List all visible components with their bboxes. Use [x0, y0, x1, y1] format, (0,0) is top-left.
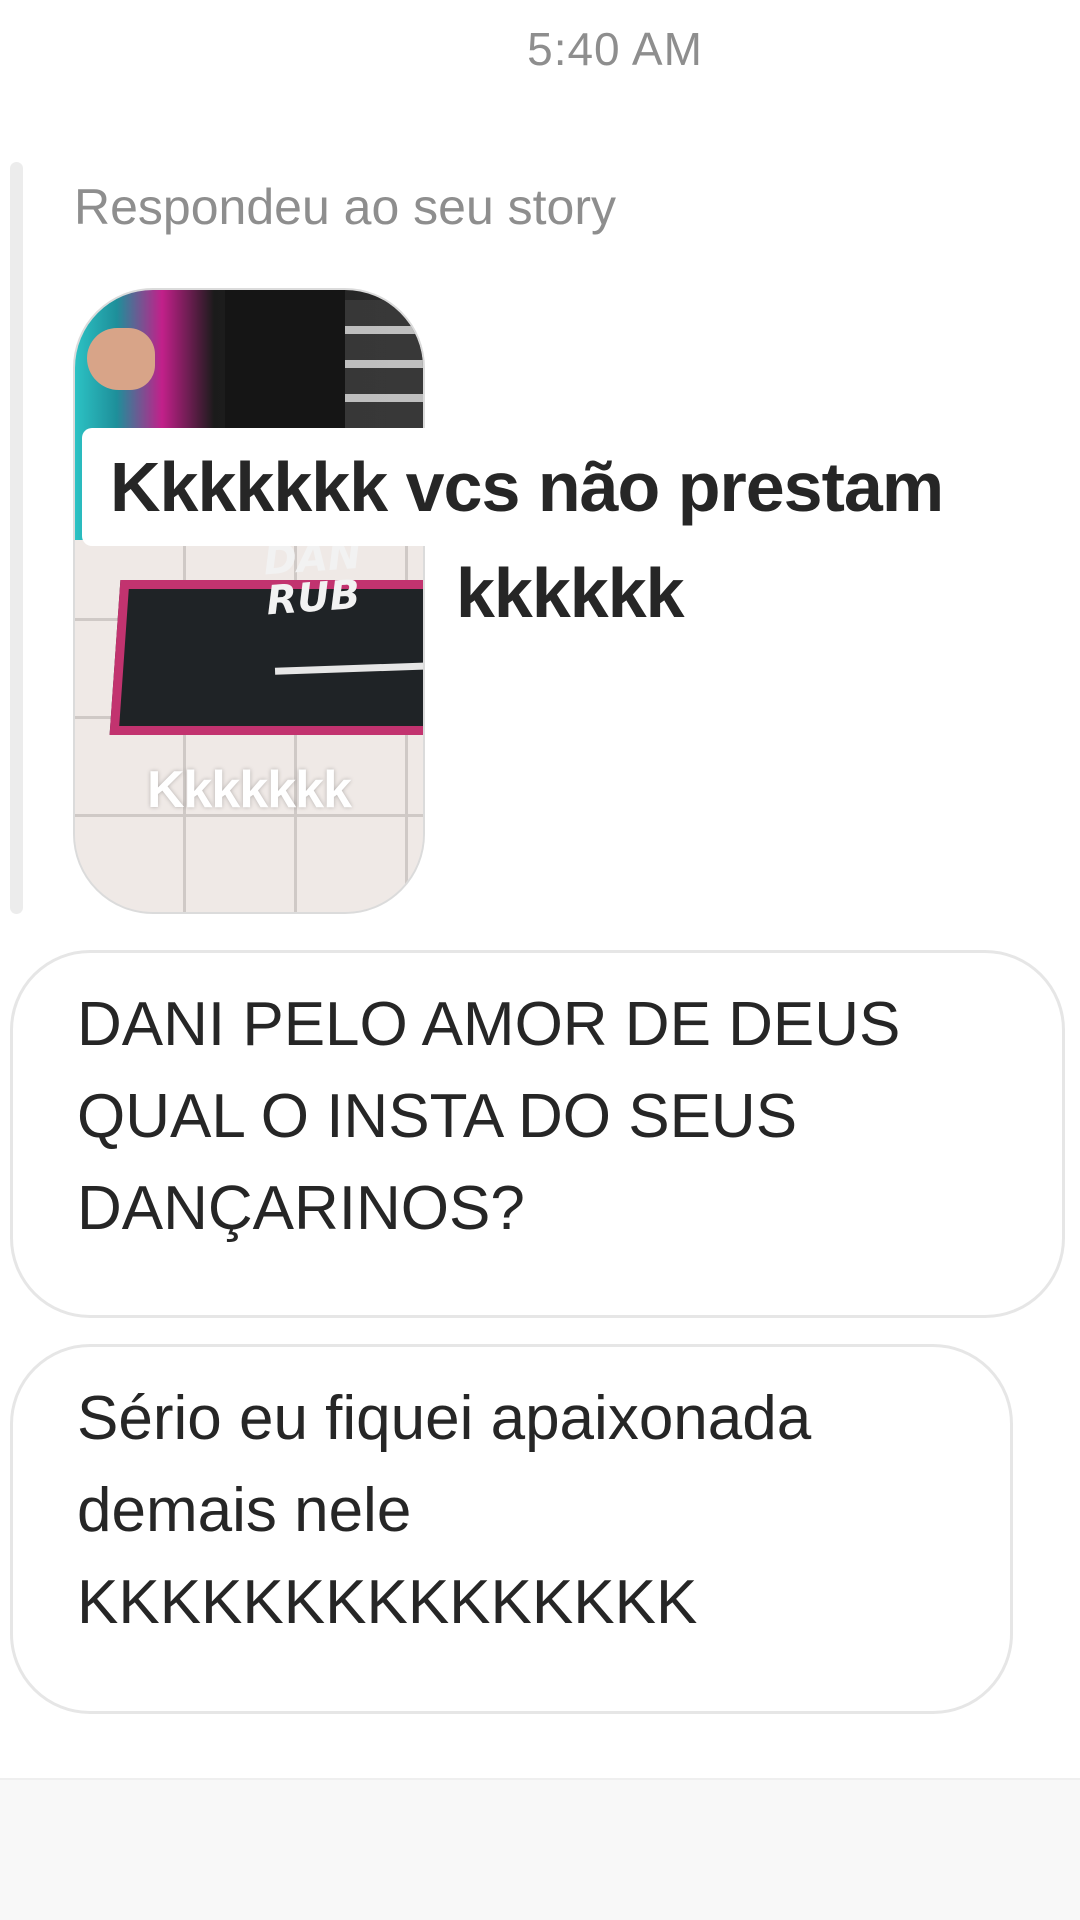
story-reply-text-line-1: Kkkkkkk vcs não prestam: [82, 428, 1080, 546]
story-thumbnail-hand: [87, 328, 155, 390]
message-text-line: Sério eu fiquei apaixonada: [77, 1384, 812, 1453]
message-text-line: QUAL O INSTA DO SEUS: [77, 1082, 798, 1151]
message-bubble[interactable]: Sério eu fiquei apaixonada demais nele K…: [10, 1344, 1013, 1714]
story-reply-indicator-bar: [10, 162, 23, 914]
message-text-line: KKKKKKKKKKKKKKK: [77, 1568, 698, 1637]
story-reply-caption: Respondeu ao seu story: [74, 179, 617, 235]
message-composer-area[interactable]: [0, 1778, 1080, 1920]
story-thumbnail-overlay-text: Kkkkkkk: [146, 761, 352, 819]
story-thumbnail-mat-logo: DAN RUB: [262, 531, 363, 625]
message-timestamp: 5:40 AM: [527, 23, 703, 75]
story-thumbnail[interactable]: DAN RUB Kkkkkkk: [73, 288, 425, 914]
message-text-line: DANÇARINOS?: [77, 1174, 525, 1243]
message-bubble[interactable]: DANI PELO AMOR DE DEUS QUAL O INSTA DO S…: [10, 950, 1065, 1318]
story-reply-text-line-2: kkkkkk: [456, 554, 685, 632]
message-text-line: demais nele: [77, 1476, 412, 1545]
message-text-line: DANI PELO AMOR DE DEUS: [77, 990, 901, 1059]
